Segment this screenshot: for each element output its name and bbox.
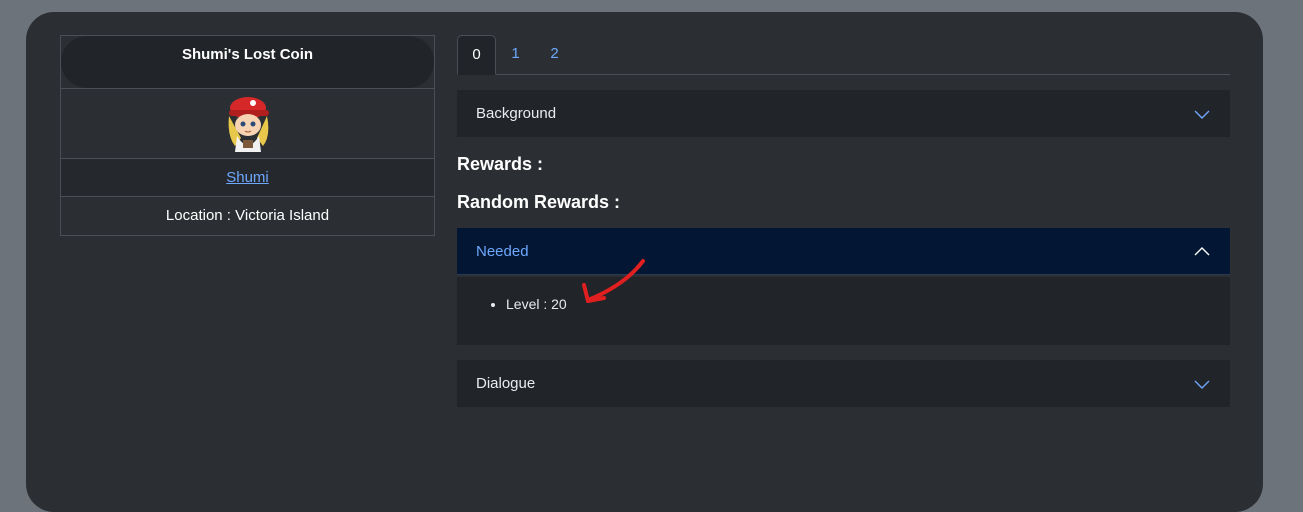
dialogue-label: Dialogue	[476, 375, 536, 392]
annotation-arrow-icon	[582, 259, 645, 303]
chevron-down-icon	[1194, 380, 1210, 389]
tab-1[interactable]: 1	[496, 35, 535, 73]
npc-link[interactable]: Shumi	[226, 169, 269, 186]
tab-0[interactable]: 0	[457, 35, 496, 75]
background-accordion[interactable]: Background	[457, 90, 1230, 137]
needed-list: Level : 20	[457, 277, 1230, 313]
npc-link-row: Shumi	[61, 159, 434, 197]
needed-accordion[interactable]: Needed	[457, 228, 1230, 275]
chevron-down-icon	[1194, 110, 1210, 119]
quest-info-card: Shumi's Lost Coin Shumi Location : Victo…	[60, 35, 435, 236]
random-rewards-heading: Random Rewards :	[457, 192, 621, 212]
background-label: Background	[476, 105, 557, 122]
rewards-heading: Rewards :	[457, 154, 544, 174]
location-text: Location : Victoria Island	[165, 207, 330, 224]
needed-body: Level : 20	[457, 277, 1230, 345]
quest-title: Shumi's Lost Coin	[61, 36, 434, 88]
location-row: Location : Victoria Island	[61, 197, 434, 236]
npc-image-row	[61, 89, 434, 159]
tab-2[interactable]: 2	[535, 35, 574, 73]
dialogue-accordion[interactable]: Dialogue	[457, 360, 1230, 407]
npc-avatar-icon	[228, 96, 269, 152]
quest-tabs: 0 1 2	[457, 35, 1230, 75]
chevron-up-icon	[1194, 247, 1210, 256]
needed-label: Needed	[476, 243, 529, 260]
quest-title-row: Shumi's Lost Coin	[61, 36, 434, 89]
